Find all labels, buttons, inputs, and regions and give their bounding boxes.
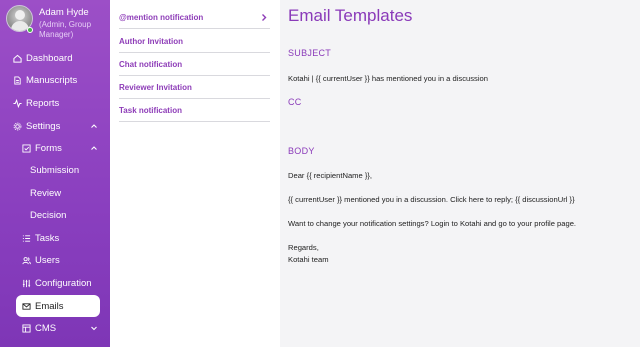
- template-item-label: Author Invitation: [119, 36, 183, 46]
- sidebar-item-label: Configuration: [35, 277, 92, 289]
- chevron-right-icon: [262, 14, 267, 21]
- sidebar-item-label: Submission: [30, 164, 80, 176]
- sidebar-item-forms[interactable]: Forms: [0, 138, 110, 158]
- email-template-detail: Email Templates SUBJECT Kotahi | {{ curr…: [280, 0, 640, 347]
- document-icon: [14, 75, 21, 85]
- sidebar-item-label: Review: [30, 187, 62, 199]
- subject-value: Kotahi | {{ currentUser }} has mentioned…: [288, 74, 488, 83]
- template-item-reviewer-invitation[interactable]: Reviewer Invitation: [119, 76, 270, 99]
- sidebar-item-dashboard[interactable]: Dashboard: [0, 48, 110, 68]
- template-item-label: Chat notification: [119, 59, 183, 69]
- mail-icon: [22, 302, 31, 310]
- template-item-chat-notification[interactable]: Chat notification: [119, 53, 270, 76]
- sidebar-item-users[interactable]: Users: [0, 250, 110, 270]
- body-label: BODY: [288, 146, 315, 156]
- page-title: Email Templates: [288, 6, 413, 25]
- sidebar-item-submission[interactable]: Submission: [0, 160, 110, 180]
- sidebar-item-label: CMS: [35, 322, 57, 334]
- users-icon: [22, 256, 31, 264]
- template-item-author-invitation[interactable]: Author Invitation: [119, 30, 270, 53]
- body-line: Dear {{ recipientName }},: [288, 171, 373, 180]
- sidebar-item-review[interactable]: Review: [0, 183, 110, 203]
- layout-icon: [22, 323, 31, 333]
- email-template-list: @mention notification Author Invitation …: [110, 0, 280, 347]
- sidebar-item-label: Manuscripts: [26, 74, 78, 86]
- template-item-label: @mention notification: [119, 12, 204, 22]
- body-line: Want to change your notification setting…: [288, 219, 577, 228]
- template-item-label: Task notification: [119, 105, 182, 115]
- sidebar: Adam Hyde (Admin, Group Manager) Dashboa…: [0, 0, 110, 347]
- sidebar-item-tasks[interactable]: Tasks: [0, 228, 110, 248]
- activity-icon: [13, 98, 22, 108]
- sidebar-item-decision[interactable]: Decision: [0, 205, 110, 225]
- sidebar-item-label: Forms: [35, 142, 62, 154]
- online-status-indicator: [27, 27, 33, 33]
- user-name: Adam Hyde: [39, 7, 89, 18]
- sidebar-item-settings[interactable]: Settings: [0, 116, 110, 136]
- body-line: Regards,: [288, 243, 319, 252]
- sidebar-item-label: Emails: [35, 300, 64, 312]
- sidebar-item-cms[interactable]: CMS: [0, 318, 110, 338]
- template-item-label: Reviewer Invitation: [119, 82, 192, 92]
- sliders-icon: [22, 279, 31, 287]
- user-role: (Admin, Group Manager): [39, 20, 92, 39]
- sidebar-item-manuscripts[interactable]: Manuscripts: [0, 70, 110, 90]
- sidebar-item-label: Decision: [30, 209, 67, 221]
- sidebar-item-label: Settings: [26, 120, 61, 132]
- chevron-up-icon[interactable]: [90, 122, 98, 130]
- user-profile[interactable]: Adam Hyde (Admin, Group Manager): [6, 5, 110, 41]
- sidebar-item-reports[interactable]: Reports: [0, 93, 110, 113]
- sidebar-item-label: Users: [35, 254, 60, 266]
- subject-label: SUBJECT: [288, 48, 332, 58]
- chevron-down-icon[interactable]: [90, 324, 98, 332]
- cc-label: CC: [288, 97, 302, 107]
- gear-icon: [13, 122, 22, 130]
- sidebar-item-label: Reports: [26, 97, 60, 109]
- template-item-task-notification[interactable]: Task notification: [119, 99, 270, 122]
- home-icon: [13, 54, 22, 63]
- body-line: {{ currentUser }} mentioned you in a dis…: [288, 195, 575, 204]
- sidebar-item-label: Tasks: [35, 232, 60, 244]
- list-icon: [22, 234, 31, 242]
- sidebar-item-configuration[interactable]: Configuration: [0, 273, 110, 293]
- sidebar-item-label: Dashboard: [26, 52, 73, 64]
- chevron-up-icon[interactable]: [90, 144, 98, 152]
- checkbox-icon: [22, 143, 31, 153]
- template-item-mention-notification[interactable]: @mention notification: [119, 6, 270, 29]
- sidebar-item-emails[interactable]: Emails: [16, 295, 100, 317]
- body-line: Kotahi team: [288, 255, 329, 264]
